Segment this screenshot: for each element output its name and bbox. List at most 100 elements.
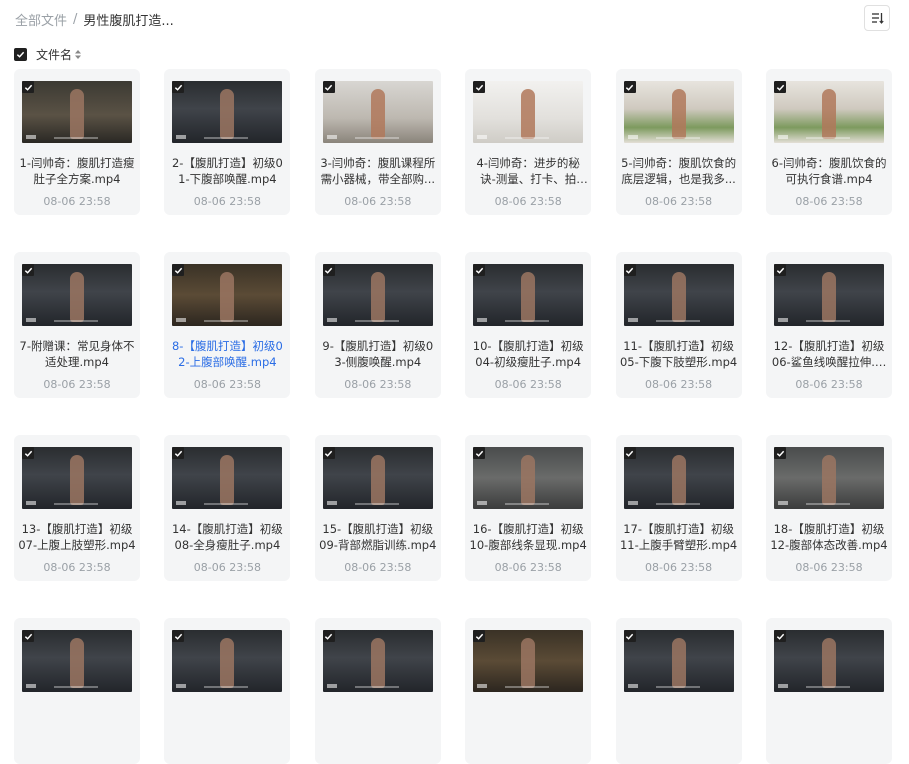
file-checkbox[interactable] <box>473 264 486 276</box>
video-thumbnail[interactable] <box>623 81 734 143</box>
file-name[interactable]: 15-【腹肌打造】初级09-背部燃脂训练.mp4 <box>319 521 437 553</box>
file-card[interactable] <box>314 618 441 764</box>
file-card[interactable] <box>164 618 291 764</box>
file-card[interactable]: 9-【腹肌打造】初级03-侧腹唤醒.mp4 08-06 23:58 <box>314 252 441 398</box>
file-checkbox[interactable] <box>774 81 786 93</box>
file-name[interactable]: 5-闫帅奇：腹肌饮食的底层逻辑，也是我多... <box>620 155 738 187</box>
file-checkbox[interactable] <box>22 81 34 93</box>
file-checkbox[interactable] <box>22 447 34 459</box>
file-name[interactable]: 18-【腹肌打造】初级12-腹部体态改善.mp4 <box>770 521 888 553</box>
sort-toggle-icon[interactable] <box>75 50 82 59</box>
video-thumbnail[interactable] <box>473 81 584 143</box>
file-card[interactable]: 18-【腹肌打造】初级12-腹部体态改善.mp4 08-06 23:58 <box>766 435 892 581</box>
file-name[interactable]: 10-【腹肌打造】初级04-初级瘦肚子.mp4 <box>469 338 587 370</box>
video-thumbnail[interactable] <box>322 264 433 326</box>
filename-column-header[interactable]: 文件名 <box>36 46 72 63</box>
video-thumbnail[interactable] <box>22 81 132 143</box>
file-checkbox[interactable] <box>623 264 636 276</box>
video-thumbnail[interactable] <box>172 630 283 692</box>
file-name[interactable]: 14-【腹肌打造】初级08-全身瘦肚子.mp4 <box>168 521 286 553</box>
video-thumbnail[interactable] <box>172 264 283 326</box>
video-thumbnail[interactable] <box>623 447 734 509</box>
video-thumbnail[interactable] <box>473 447 584 509</box>
file-name[interactable]: 11-【腹肌打造】初级05-下腹下肢塑形.mp4 <box>620 338 738 370</box>
file-name[interactable]: 12-【腹肌打造】初级06-鲨鱼线唤醒拉伸.mp4 <box>770 338 888 370</box>
video-thumbnail[interactable] <box>22 264 132 326</box>
file-name[interactable]: 13-【腹肌打造】初级07-上腹上肢塑形.mp4 <box>18 521 136 553</box>
file-checkbox[interactable] <box>623 447 636 459</box>
watermark-logo <box>477 318 488 322</box>
subtitle-bar <box>505 503 550 505</box>
file-checkbox[interactable] <box>322 447 335 459</box>
file-date: 08-06 23:58 <box>494 378 562 391</box>
file-card[interactable]: 12-【腹肌打造】初级06-鲨鱼线唤醒拉伸.mp4 08-06 23:58 <box>766 252 892 398</box>
file-checkbox[interactable] <box>774 447 786 459</box>
file-name[interactable]: 2-【腹肌打造】初级01-下腹部唤醒.mp4 <box>168 155 286 187</box>
file-name[interactable]: 3-闫帅奇：腹肌课程所需小器械，带全部购... <box>319 155 437 187</box>
sort-button[interactable] <box>864 5 890 31</box>
file-card[interactable]: 2-【腹肌打造】初级01-下腹部唤醒.mp4 08-06 23:58 <box>164 69 291 215</box>
video-thumbnail[interactable] <box>322 447 433 509</box>
file-checkbox[interactable] <box>623 630 636 642</box>
file-name[interactable]: 1-闫帅奇：腹肌打造瘦肚子全方案.mp4 <box>18 155 136 187</box>
video-thumbnail[interactable] <box>623 630 734 692</box>
file-name[interactable]: 17-【腹肌打造】初级11-上腹手臂塑形.mp4 <box>620 521 738 553</box>
file-checkbox[interactable] <box>623 81 636 93</box>
file-card[interactable]: 16-【腹肌打造】初级10-腹部线条显现.mp4 08-06 23:58 <box>465 435 592 581</box>
video-thumbnail[interactable] <box>22 630 132 692</box>
file-card[interactable]: 6-闫帅奇：腹肌饮食的可执行食谱.mp4 08-06 23:58 <box>766 69 892 215</box>
file-card[interactable]: 13-【腹肌打造】初级07-上腹上肢塑形.mp4 08-06 23:58 <box>14 435 140 581</box>
file-name[interactable]: 4-闫帅奇：进步的秘诀-测量、打卡、拍照... <box>469 155 587 187</box>
file-name[interactable]: 9-【腹肌打造】初级03-侧腹唤醒.mp4 <box>319 338 437 370</box>
video-thumbnail[interactable] <box>774 447 884 509</box>
file-card[interactable]: 17-【腹肌打造】初级11-上腹手臂塑形.mp4 08-06 23:58 <box>615 435 742 581</box>
file-card[interactable]: 14-【腹肌打造】初级08-全身瘦肚子.mp4 08-06 23:58 <box>164 435 291 581</box>
file-checkbox[interactable] <box>22 630 34 642</box>
video-thumbnail[interactable] <box>322 81 433 143</box>
file-checkbox[interactable] <box>473 81 486 93</box>
file-card[interactable]: 5-闫帅奇：腹肌饮食的底层逻辑，也是我多... 08-06 23:58 <box>615 69 742 215</box>
file-card[interactable]: 3-闫帅奇：腹肌课程所需小器械，带全部购... 08-06 23:58 <box>314 69 441 215</box>
video-thumbnail[interactable] <box>774 264 884 326</box>
file-name[interactable]: 7-附赠课：常见身体不适处理.mp4 <box>18 338 136 370</box>
video-thumbnail[interactable] <box>473 630 584 692</box>
file-checkbox[interactable] <box>774 630 786 642</box>
file-card[interactable]: 8-【腹肌打造】初级02-上腹部唤醒.mp4 08-06 23:58 <box>164 252 291 398</box>
video-thumbnail[interactable] <box>774 630 884 692</box>
file-checkbox[interactable] <box>473 630 486 642</box>
video-thumbnail[interactable] <box>623 264 734 326</box>
subtitle-bar <box>204 320 249 322</box>
file-checkbox[interactable] <box>322 630 335 642</box>
file-card[interactable]: 10-【腹肌打造】初级04-初级瘦肚子.mp4 08-06 23:58 <box>465 252 592 398</box>
video-thumbnail[interactable] <box>322 630 433 692</box>
file-checkbox[interactable] <box>322 264 335 276</box>
select-all-checkbox[interactable] <box>14 48 27 61</box>
file-checkbox[interactable] <box>172 630 185 642</box>
file-card[interactable]: 7-附赠课：常见身体不适处理.mp4 08-06 23:58 <box>14 252 140 398</box>
file-checkbox[interactable] <box>322 81 335 93</box>
file-checkbox[interactable] <box>774 264 786 276</box>
file-checkbox[interactable] <box>172 81 185 93</box>
video-thumbnail[interactable] <box>774 81 884 143</box>
video-thumbnail[interactable] <box>172 81 283 143</box>
file-name[interactable]: 6-闫帅奇：腹肌饮食的可执行食谱.mp4 <box>770 155 888 187</box>
file-card[interactable] <box>465 618 592 764</box>
file-card[interactable]: 11-【腹肌打造】初级05-下腹下肢塑形.mp4 08-06 23:58 <box>615 252 742 398</box>
file-checkbox[interactable] <box>172 447 185 459</box>
breadcrumb-root-link[interactable]: 全部文件 <box>15 10 67 29</box>
file-name[interactable]: 8-【腹肌打造】初级02-上腹部唤醒.mp4 <box>168 338 286 370</box>
file-checkbox[interactable] <box>473 447 486 459</box>
watermark-logo <box>176 318 187 322</box>
file-card[interactable]: 4-闫帅奇：进步的秘诀-测量、打卡、拍照... 08-06 23:58 <box>465 69 592 215</box>
file-name[interactable]: 16-【腹肌打造】初级10-腹部线条显现.mp4 <box>469 521 587 553</box>
file-card[interactable]: 1-闫帅奇：腹肌打造瘦肚子全方案.mp4 08-06 23:58 <box>14 69 140 215</box>
video-thumbnail[interactable] <box>473 264 584 326</box>
file-card[interactable] <box>615 618 742 764</box>
file-checkbox[interactable] <box>22 264 34 276</box>
file-card[interactable]: 15-【腹肌打造】初级09-背部燃脂训练.mp4 08-06 23:58 <box>314 435 441 581</box>
video-thumbnail[interactable] <box>22 447 132 509</box>
file-card[interactable] <box>766 618 892 764</box>
file-checkbox[interactable] <box>172 264 185 276</box>
video-thumbnail[interactable] <box>172 447 283 509</box>
file-card[interactable] <box>14 618 140 764</box>
